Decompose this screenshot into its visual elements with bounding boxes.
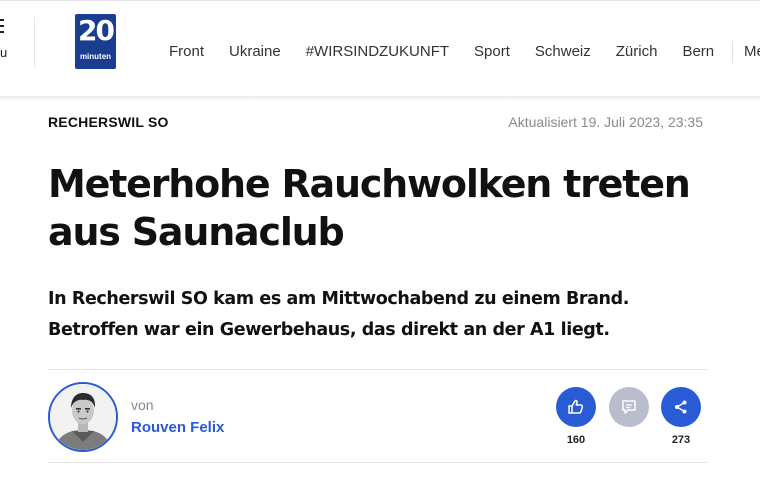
article-updated-timestamp: Aktualisiert 19. Juli 2023, 23:35 — [508, 114, 703, 130]
article-headline: Meterhohe Rauchwolken treten aus Saunacl… — [48, 160, 708, 256]
nav-link-zuerich[interactable]: Zürich — [616, 42, 658, 62]
author-avatar[interactable] — [48, 382, 118, 452]
share-icon — [675, 400, 687, 414]
nav-link-front[interactable]: Front — [169, 42, 204, 62]
nav-link-bern[interactable]: Bern — [682, 42, 714, 62]
headline-line-2: aus Saunaclub — [48, 210, 345, 254]
thumbs-up-down-icon — [568, 399, 584, 414]
site-logo[interactable]: 20 minuten — [75, 14, 116, 69]
logo-number: 20 — [78, 14, 115, 47]
lead-line-2: Betroffen war ein Gewerbehaus, das direk… — [48, 320, 610, 340]
article-kicker: RECHERSWIL SO — [48, 114, 169, 130]
menu-button[interactable]: u — [0, 19, 12, 60]
share-button[interactable] — [661, 387, 701, 427]
nav-link-ukraine[interactable]: Ukraine — [229, 42, 281, 62]
nav-link-sport[interactable]: Sport — [474, 42, 510, 62]
nav-link-more[interactable]: Me — [744, 42, 760, 62]
menu-label: u — [0, 45, 8, 60]
byline-divider-top — [48, 369, 708, 370]
share-count: 273 — [671, 434, 691, 446]
nav-link-wirsindzukunft[interactable]: #WIRSINDZUKUNFT — [306, 42, 449, 62]
top-navigation: u 20 minuten Front Ukraine #WIRSINDZUKUN… — [0, 0, 760, 96]
logo-wordmark: minuten — [79, 52, 112, 61]
nav-links-divider — [732, 41, 733, 63]
author-portrait-icon — [50, 384, 116, 450]
headline-line-1: Meterhohe Rauchwolken treten — [48, 162, 691, 206]
nav-divider — [34, 17, 35, 67]
hamburger-icon — [0, 19, 4, 33]
byline-prefix: von — [131, 397, 154, 413]
lead-line-1: In Recherswil SO kam es am Mittwochabend… — [48, 289, 629, 309]
byline-divider-bottom — [48, 462, 708, 463]
author-name-link[interactable]: Rouven Felix — [131, 419, 224, 436]
article-lead: In Recherswil SO kam es am Mittwochabend… — [48, 284, 708, 346]
nav-shadow — [0, 96, 760, 100]
nav-link-schweiz[interactable]: Schweiz — [535, 42, 591, 62]
comment-button[interactable] — [609, 387, 649, 427]
section-links: Front Ukraine #WIRSINDZUKUNFT Sport Schw… — [169, 42, 739, 62]
reaction-button[interactable] — [556, 387, 596, 427]
comment-icon — [622, 400, 636, 414]
reaction-count: 160 — [566, 434, 586, 446]
